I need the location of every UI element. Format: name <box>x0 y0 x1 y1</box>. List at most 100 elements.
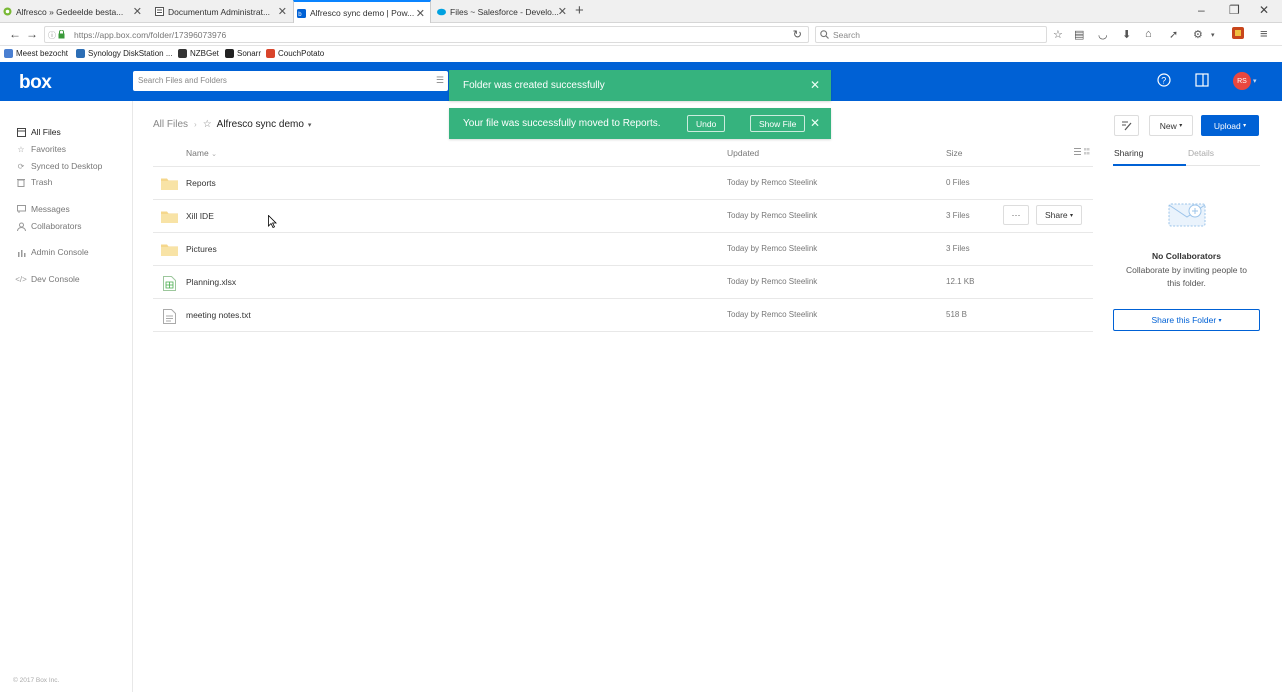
table-row[interactable]: Pictures Today by Remco Steelink 3 Files <box>153 233 1093 266</box>
close-icon[interactable]: ✕ <box>810 116 820 130</box>
close-icon[interactable]: ✕ <box>810 78 820 92</box>
info-icon[interactable]: ⓘ <box>48 30 56 41</box>
collaborators-icon <box>16 221 26 231</box>
menu-hamburger-icon[interactable]: ≡ <box>1260 26 1268 41</box>
browser-tab[interactable]: Alfresco » Gedeelde besta... ✕ <box>0 0 147 23</box>
upload-button[interactable]: Upload ▾ <box>1201 115 1259 136</box>
toast-folder-created: Folder was created successfully ✕ <box>449 70 831 101</box>
box-logo[interactable]: box <box>19 72 52 94</box>
column-header-updated[interactable]: Updated <box>727 148 759 158</box>
synology-icon <box>76 49 85 58</box>
new-button[interactable]: New ▾ <box>1149 115 1193 136</box>
tab-close-icon[interactable]: ✕ <box>416 7 425 20</box>
pocket-icon[interactable]: ◡ <box>1098 28 1108 41</box>
search-filter-icon[interactable]: ☰ <box>436 75 444 86</box>
toast-message: Folder was created successfully <box>463 80 605 91</box>
column-header-name[interactable]: Name ⌄ <box>186 148 217 158</box>
browser-tab-active[interactable]: b Alfresco sync demo | Pow... ✕ <box>293 0 431 24</box>
sidebar-item-collaborators[interactable]: Collaborators <box>16 221 82 231</box>
sidebar-item-synced[interactable]: ⟳ Synced to Desktop <box>16 161 103 171</box>
tab-title: Alfresco » Gedeelde besta... <box>16 6 124 17</box>
extension-icon[interactable]: ⚙ <box>1193 28 1203 41</box>
edit-note-button[interactable] <box>1114 115 1139 136</box>
sidebar-item-all-files[interactable]: All Files <box>16 127 61 137</box>
item-name[interactable]: Pictures <box>186 244 217 254</box>
table-row[interactable]: meeting notes.txt Today by Remco Steelin… <box>153 299 1093 332</box>
item-name[interactable]: Reports <box>186 178 216 188</box>
column-header-size[interactable]: Size <box>946 148 963 158</box>
search-input[interactable]: Search Files and Folders ☰ <box>133 71 448 91</box>
bookmark-item[interactable]: Synology DiskStation ... <box>76 49 172 58</box>
item-updated: Today by Remco Steelink <box>727 310 818 319</box>
tab-close-icon[interactable]: ✕ <box>558 5 567 18</box>
tab-close-icon[interactable]: ✕ <box>133 5 142 18</box>
help-icon[interactable]: ? <box>1157 73 1171 87</box>
bookmark-star-icon[interactable]: ☆ <box>1053 28 1063 41</box>
bookmark-item[interactable]: Sonarr <box>225 49 261 58</box>
table-row[interactable]: Planning.xlsx Today by Remco Steelink 12… <box>153 266 1093 299</box>
restore-window-icon[interactable]: ❐ <box>1229 3 1240 17</box>
item-size: 518 B <box>946 310 967 319</box>
list-view-icon[interactable] <box>1074 147 1090 156</box>
reload-icon[interactable]: ↻ <box>793 28 802 41</box>
pencil-icon <box>1122 121 1132 131</box>
lock-icon <box>58 30 65 39</box>
files-icon <box>16 127 26 137</box>
tab-details[interactable]: Details <box>1188 148 1214 158</box>
star-icon[interactable]: ☆ <box>203 119 212 130</box>
browser-search-input[interactable]: Search <box>815 26 1047 43</box>
item-name[interactable]: Xill IDE <box>186 211 214 221</box>
tab-title: Documentum Administrat... <box>168 6 271 17</box>
bookmark-item[interactable]: NZBGet <box>178 49 219 58</box>
url-text: https://app.box.com/folder/17396073976 <box>74 30 227 40</box>
reading-list-icon[interactable]: ▤ <box>1074 28 1084 41</box>
sidebar: All Files ☆ Favorites ⟳ Synced to Deskto… <box>0 101 133 692</box>
browser-tab[interactable]: Files ~ Salesforce - Develo... ✕ <box>434 0 572 23</box>
item-name[interactable]: meeting notes.txt <box>186 310 251 320</box>
bookmark-item[interactable]: CouchPotato <box>266 49 324 58</box>
no-collaborators-title: No Collaborators <box>1152 251 1221 261</box>
document-favicon-icon <box>155 7 164 16</box>
breadcrumb-current[interactable]: Alfresco sync demo <box>217 119 304 130</box>
chevron-down-icon[interactable]: ▾ <box>308 121 312 129</box>
browser-tab[interactable]: Documentum Administrat... ✕ <box>152 0 292 23</box>
chevron-down-icon[interactable]: ▾ <box>1211 31 1215 39</box>
table-row[interactable]: Reports Today by Remco Steelink 0 Files <box>153 167 1093 200</box>
item-size: 3 Files <box>946 211 970 220</box>
address-bar[interactable]: ⓘ https://app.box.com/folder/17396073976… <box>44 26 809 43</box>
breadcrumb-root[interactable]: All Files <box>153 119 188 130</box>
show-file-button[interactable]: Show File <box>750 115 806 132</box>
more-options-button[interactable]: ··· <box>1003 205 1029 225</box>
salesforce-favicon-icon <box>437 7 446 16</box>
sidebar-item-dev-console[interactable]: </> Dev Console <box>15 274 79 284</box>
sidebar-item-admin-console[interactable]: Admin Console <box>16 247 89 257</box>
folder-icon <box>161 243 178 256</box>
sidebar-item-messages[interactable]: Messages <box>16 204 70 214</box>
home-icon[interactable]: ⌂ <box>1145 28 1152 40</box>
notes-icon[interactable] <box>1195 73 1209 87</box>
send-icon[interactable]: ➚ <box>1169 28 1178 41</box>
downloads-icon[interactable]: ⬇ <box>1122 28 1131 41</box>
share-folder-button[interactable]: Share this Folder ▾ <box>1113 309 1260 331</box>
addon-icon[interactable] <box>1232 27 1244 39</box>
close-window-icon[interactable]: ✕ <box>1259 3 1269 17</box>
minimize-window-icon[interactable]: – <box>1198 3 1205 17</box>
tab-sharing[interactable]: Sharing <box>1114 148 1143 158</box>
search-placeholder: Search Files and Folders <box>138 76 227 85</box>
share-button[interactable]: Share ▾ <box>1036 205 1082 225</box>
sidebar-item-trash[interactable]: Trash <box>16 177 52 187</box>
sidebar-item-favorites[interactable]: ☆ Favorites <box>16 144 66 154</box>
chevron-down-icon[interactable]: ▾ <box>1253 77 1257 85</box>
bookmark-folder-icon <box>4 49 13 58</box>
avatar[interactable]: RS <box>1233 72 1251 90</box>
back-arrow-icon[interactable]: ← <box>9 27 21 41</box>
table-row[interactable]: Xill IDE Today by Remco Steelink 3 Files… <box>153 200 1093 233</box>
forward-arrow-icon[interactable]: → <box>26 27 38 41</box>
item-name[interactable]: Planning.xlsx <box>186 277 236 287</box>
folder-icon <box>161 210 178 223</box>
sonarr-icon <box>225 49 234 58</box>
new-tab-button[interactable]: + <box>575 2 584 19</box>
undo-button[interactable]: Undo <box>687 115 726 132</box>
bookmark-item[interactable]: Meest bezocht <box>4 49 68 58</box>
tab-close-icon[interactable]: ✕ <box>278 5 287 18</box>
